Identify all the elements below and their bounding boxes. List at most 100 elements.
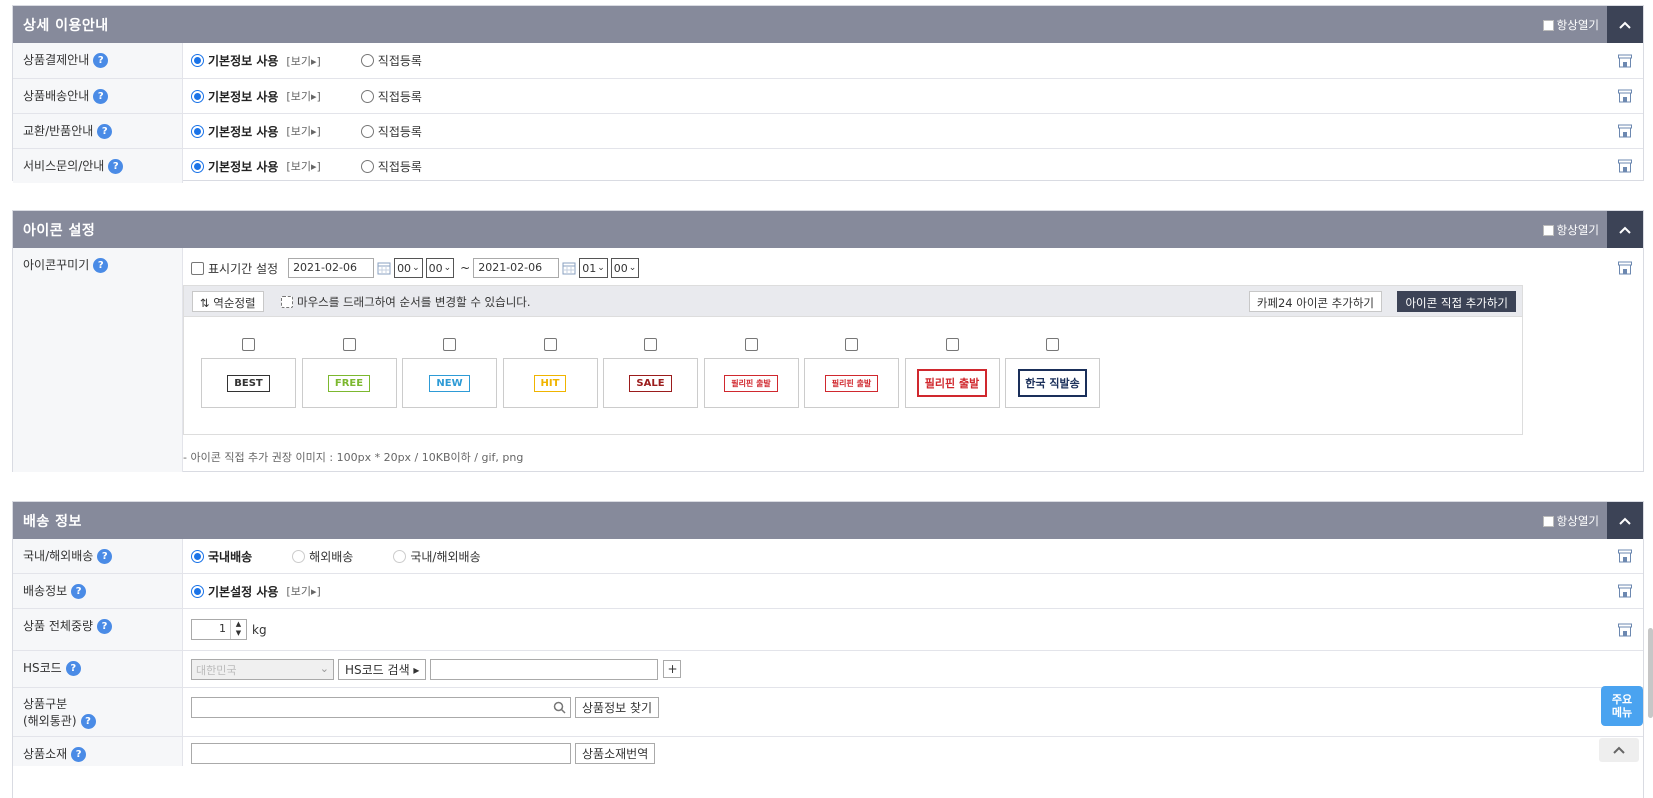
view-link[interactable]: [보기▸] [286, 88, 320, 104]
radio-custom[interactable] [360, 89, 374, 103]
add-cafe24-icon-button[interactable]: 카페24 아이콘 추가하기 [1248, 291, 1382, 312]
hs-code-search-button[interactable]: HS코드 검색 ▸ [338, 658, 427, 680]
country-select[interactable]: 대한민국 ⌄ [191, 658, 334, 680]
help-icon[interactable]: ? [93, 258, 109, 273]
view-link[interactable]: [보기▸] [286, 158, 320, 174]
domestic-shipping-option[interactable]: 국내배송 [191, 548, 252, 565]
radio-default[interactable] [191, 54, 204, 67]
end-min-select[interactable]: 00 ⌄ [610, 258, 640, 278]
custom-register-option[interactable]: 직접등록 [360, 52, 422, 69]
custom-register-option[interactable]: 직접등록 [360, 158, 422, 175]
store-icon[interactable] [1617, 53, 1633, 69]
view-link[interactable]: [보기▸] [286, 123, 320, 139]
scrollbar[interactable] [1648, 628, 1653, 718]
collapse-button[interactable] [1607, 6, 1643, 43]
help-icon[interactable]: ? [71, 747, 87, 762]
material-input[interactable] [191, 743, 571, 764]
icon-item[interactable]: 필리핀 출발 [904, 358, 1000, 408]
overseas-shipping-option[interactable]: 해외배송 [292, 548, 353, 565]
store-icon[interactable] [1617, 123, 1633, 139]
help-icon[interactable]: ? [71, 584, 87, 599]
translate-material-button[interactable]: 상품소재번역 [575, 743, 656, 764]
icon-item[interactable]: 필리핀 출발 [804, 358, 899, 408]
icon-item[interactable]: 한국 직발송 [1005, 358, 1100, 408]
view-link[interactable]: [보기▸] [286, 53, 320, 69]
collapse-button[interactable] [1607, 502, 1643, 539]
radio-default[interactable] [191, 124, 204, 138]
custom-register-option[interactable]: 직접등록 [360, 88, 422, 105]
default-info-option[interactable]: 기본정보 사용 [191, 123, 278, 140]
always-open-toggle[interactable]: 항상열기 [1542, 513, 1599, 529]
default-info-option[interactable]: 기본정보 사용 [191, 88, 278, 105]
icon-item[interactable]: 필리핀 출발 [703, 358, 799, 408]
calendar-icon[interactable] [562, 261, 576, 275]
weight-stepper[interactable]: 1 ▲ ▼ [191, 619, 247, 640]
add-hs-code-button[interactable]: + [663, 660, 682, 678]
help-icon[interactable]: ? [108, 159, 124, 174]
collapse-button[interactable] [1607, 211, 1643, 248]
default-info-option[interactable]: 기본정보 사용 [191, 158, 278, 175]
icon-select-checkbox[interactable] [1046, 338, 1059, 351]
default-info-option[interactable]: 기본정보 사용 [191, 52, 278, 69]
store-icon[interactable] [1617, 548, 1633, 564]
icon-select-checkbox[interactable] [242, 338, 255, 351]
store-icon[interactable] [1617, 88, 1633, 104]
store-icon[interactable] [1617, 158, 1633, 174]
help-icon[interactable]: ? [97, 124, 113, 139]
icon-select-checkbox[interactable] [443, 338, 456, 351]
both-shipping-option[interactable]: 국내/해외배송 [393, 548, 481, 565]
icon-select-checkbox[interactable] [945, 338, 959, 351]
radio-domestic[interactable] [191, 549, 204, 563]
scroll-top-button[interactable] [1599, 738, 1639, 762]
always-open-toggle[interactable]: 항상열기 [1542, 17, 1599, 33]
icon-select-checkbox[interactable] [342, 338, 356, 351]
start-hour-select[interactable]: 00 ⌄ [394, 258, 423, 278]
radio-both[interactable] [393, 549, 407, 563]
hs-code-input[interactable] [430, 658, 659, 680]
help-icon[interactable]: ? [93, 53, 109, 68]
always-open-checkbox[interactable] [1542, 19, 1554, 31]
reverse-sort-button[interactable]: ⇅ 역순정렬 [192, 291, 264, 312]
radio-custom[interactable] [360, 54, 374, 67]
icon-item[interactable]: NEW [402, 358, 497, 408]
help-icon[interactable]: ? [65, 661, 81, 676]
view-link[interactable]: [보기▸] [286, 583, 320, 599]
start-date-input[interactable]: 2021-02-06 [288, 258, 375, 278]
radio-default[interactable] [191, 89, 204, 103]
display-period-checkbox[interactable] [191, 261, 204, 275]
icon-item[interactable]: SALE [603, 358, 698, 408]
add-direct-icon-button[interactable]: 아이콘 직접 추가하기 [1397, 291, 1516, 312]
stepper-arrows-icon[interactable]: ▲ ▼ [230, 620, 246, 639]
always-open-checkbox[interactable] [1542, 515, 1554, 527]
always-open-checkbox[interactable] [1542, 224, 1554, 236]
help-icon[interactable]: ? [97, 549, 113, 564]
icon-select-checkbox[interactable] [744, 338, 758, 351]
help-icon[interactable]: ? [97, 619, 113, 634]
radio-default[interactable] [191, 159, 204, 173]
icon-select-checkbox[interactable] [845, 338, 858, 351]
custom-register-option[interactable]: 직접등록 [360, 123, 422, 140]
store-icon[interactable] [1617, 583, 1633, 599]
calendar-icon[interactable] [377, 261, 391, 275]
find-product-info-button[interactable]: 상품정보 찾기 [575, 697, 660, 718]
store-icon[interactable] [1617, 622, 1633, 638]
radio-default[interactable] [191, 584, 204, 598]
icon-select-checkbox[interactable] [644, 338, 657, 351]
icon-select-checkbox[interactable] [543, 338, 557, 351]
main-menu-button[interactable]: 주요 메뉴 [1601, 686, 1643, 726]
help-icon[interactable]: ? [80, 714, 96, 729]
help-icon[interactable]: ? [93, 89, 109, 104]
store-icon[interactable] [1617, 260, 1633, 276]
end-hour-select[interactable]: 01 ⌄ [579, 258, 608, 278]
icon-item[interactable]: FREE [301, 358, 397, 408]
icon-item[interactable]: HIT [502, 358, 598, 408]
start-min-select[interactable]: 00 ⌄ [425, 258, 455, 278]
radio-overseas[interactable] [292, 549, 306, 563]
icon-item[interactable]: BEST [201, 358, 296, 408]
radio-custom[interactable] [360, 159, 374, 173]
search-icon[interactable] [553, 701, 566, 714]
category-search-input[interactable] [191, 697, 571, 718]
always-open-toggle[interactable]: 항상열기 [1542, 222, 1599, 238]
radio-custom[interactable] [360, 124, 374, 138]
end-date-input[interactable]: 2021-02-06 [473, 258, 560, 278]
